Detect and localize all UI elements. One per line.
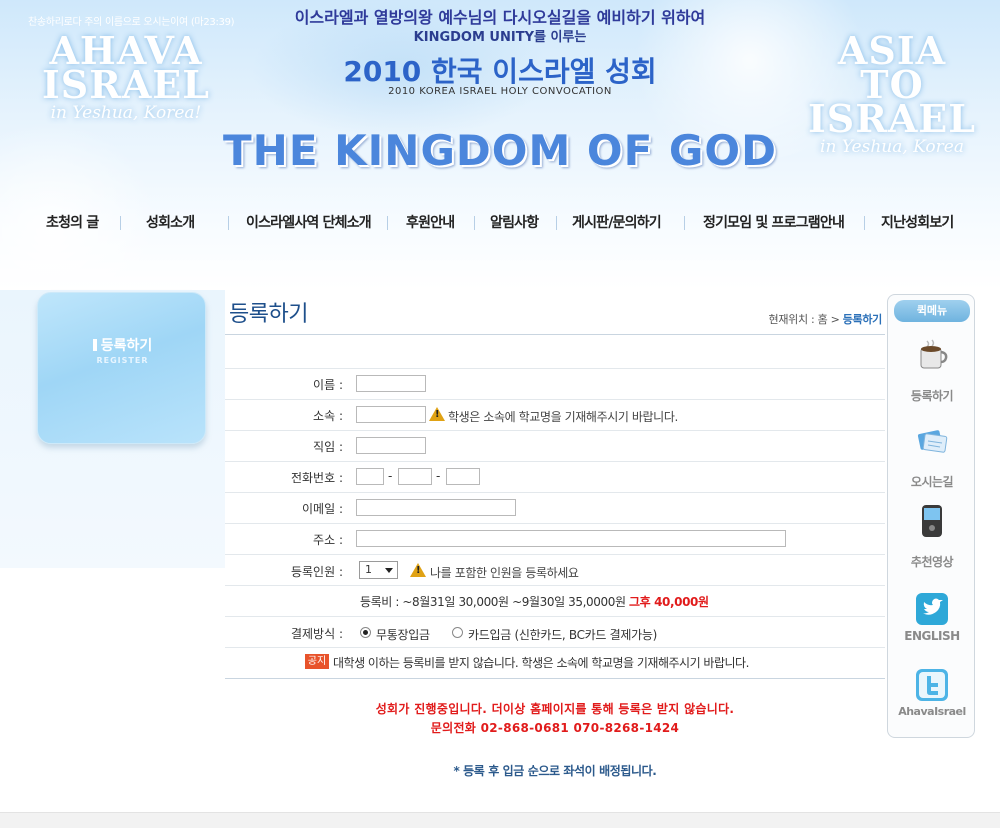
warning-icon	[410, 563, 426, 577]
map-cards-icon	[917, 430, 948, 453]
row-divider	[225, 616, 885, 617]
quick-menu: 퀵메뉴 등록하기 오시는길 추천영상 ENGLISH AhavaIsrael	[887, 294, 975, 738]
warning-icon	[429, 407, 445, 421]
site-header: 찬송하리로다 주의 이름으로 오시는이여 (마23:39) AHAVA ISRA…	[0, 0, 1000, 290]
nav-separator	[228, 216, 229, 230]
sidebar-register-box[interactable]: 등록하기 REGISTER	[37, 292, 206, 444]
payment-bank-label[interactable]: 무통장입금	[376, 626, 430, 643]
payment-bank-radio[interactable]	[360, 627, 371, 638]
row-divider	[225, 523, 885, 524]
breadcrumb: 현재위치 : 홈 > 등록하기	[640, 311, 883, 327]
phone-middle-input[interactable]	[398, 468, 432, 485]
position-input[interactable]	[356, 437, 426, 454]
payment-card-label[interactable]: 카드입금 (신한카드, BC카드 결제가능)	[468, 626, 657, 643]
quick-item-videos[interactable]: 추천영상	[888, 503, 976, 573]
row-divider	[225, 430, 885, 431]
notice-badge: 공지	[305, 654, 329, 669]
name-input[interactable]	[356, 375, 426, 392]
nav-separator	[684, 216, 685, 230]
row-divider	[225, 585, 885, 586]
nav-item-past-events[interactable]: 지난성회보기	[881, 212, 954, 232]
header-unity-line: KINGDOM UNITY를 이루는	[413, 30, 587, 45]
email-label: 이메일 :	[302, 502, 343, 516]
phone-separator: -	[388, 469, 393, 483]
sidebar-register-title: 등록하기	[38, 335, 207, 355]
headcount-note: 나를 포함한 인원을 등록하세요	[430, 566, 579, 580]
footer-bar	[0, 812, 1000, 828]
event-title: 2010 한국 이스라엘 성회	[343, 55, 657, 88]
title-divider	[225, 334, 885, 335]
fee-late: 그후 40,000원	[629, 595, 709, 609]
page-title: 등록하기	[229, 302, 308, 327]
affiliation-note: 학생은 소속에 학교명을 기재해주시기 바랍니다.	[448, 410, 678, 424]
nav-separator	[474, 216, 475, 230]
registration-fee: 등록비 : ~8월31일 30,000원 ~9월30일 35,0000원 그후 …	[360, 593, 709, 610]
header-mission-line: 이스라엘과 열방의왕 예수님의 다시오실길을 예비하기 위하여	[294, 8, 706, 27]
video-phone-icon	[922, 505, 942, 537]
headcount-value: 1	[365, 563, 372, 576]
fee-text: 등록비 : ~8월31일 30,000원 ~9월30일 35,0000원	[360, 595, 630, 609]
nav-item-about[interactable]: 성회소개	[146, 212, 195, 232]
address-label: 주소 :	[313, 533, 343, 547]
kingdom-of-god-banner: THE KINGDOM OF GOD	[223, 126, 777, 175]
name-label: 이름 :	[313, 378, 343, 392]
breadcrumb-prefix: 현재위치 : 홈 >	[768, 313, 843, 326]
quick-item-directions[interactable]: 오시는길	[888, 423, 976, 493]
logo-sub: in Yeshua, Korea!	[50, 103, 202, 123]
nav-item-organizations[interactable]: 이스라엘사역 단체소개	[246, 212, 372, 232]
event-subtitle: 2010 KOREA ISRAEL HOLY CONVOCATION	[388, 86, 612, 97]
notice-text: 대학생 이하는 등록비를 받지 않습니다. 학생은 소속에 학교명을 기재해주시…	[333, 656, 749, 670]
row-divider	[225, 399, 885, 400]
row-divider	[225, 461, 885, 462]
row-divider	[225, 647, 885, 648]
nav-separator	[556, 216, 557, 230]
row-divider	[225, 492, 885, 493]
coffee-cup-icon	[920, 339, 948, 369]
breadcrumb-current[interactable]: 등록하기	[843, 313, 883, 326]
quick-item-label: 등록하기	[910, 389, 954, 403]
position-label: 직임 :	[313, 440, 343, 454]
nav-item-invitation[interactable]: 초청의 글	[46, 212, 99, 232]
headcount-select[interactable]: 1	[359, 561, 398, 579]
quick-item-label: 오시는길	[910, 475, 954, 489]
quick-item-english[interactable]: ENGLISH	[888, 591, 976, 647]
main-nav: 초청의 글 성회소개 이스라엘사역 단체소개 후원안내 알림사항 게시판/문의하…	[0, 212, 1000, 236]
row-divider	[225, 368, 885, 369]
sidebar-register-label: 등록하기	[100, 338, 153, 354]
quick-item-label: ENGLISH	[904, 629, 960, 643]
sidebar-register-subtitle: REGISTER	[96, 356, 149, 365]
quick-item-twitter[interactable]: AhavaIsrael	[888, 667, 976, 723]
affiliation-label: 소속 :	[313, 409, 343, 423]
nav-separator	[120, 216, 121, 230]
payment-card-radio[interactable]	[452, 627, 463, 638]
form-bottom-divider	[225, 678, 885, 679]
nav-item-board[interactable]: 게시판/문의하기	[572, 212, 662, 232]
quick-item-register[interactable]: 등록하기	[888, 337, 976, 407]
twitter-icon	[916, 669, 948, 701]
registration-closed-message: 성회가 진행중입니다. 더이상 홈페이지를 통해 등록은 받지 않습니다.	[375, 702, 735, 716]
contact-phone: 문의전화 02-868-0681 070-8268-1424	[430, 721, 680, 735]
phone-label: 전화번호 :	[290, 471, 343, 485]
bar-icon	[92, 339, 97, 351]
email-input[interactable]	[356, 499, 516, 516]
bird-icon	[916, 593, 948, 625]
headcount-label: 등록인원 :	[290, 565, 343, 579]
nav-separator	[864, 216, 865, 230]
chevron-down-icon	[385, 568, 393, 573]
phone-separator: -	[436, 469, 441, 483]
quick-item-label: AhavaIsrael	[898, 705, 966, 718]
payment-label: 결제방식 :	[290, 627, 343, 641]
row-divider	[225, 554, 885, 555]
affiliation-input[interactable]	[356, 406, 426, 423]
nav-item-notices[interactable]: 알림사항	[490, 212, 539, 232]
nav-separator	[387, 216, 388, 230]
quick-menu-title: 퀵메뉴	[894, 300, 970, 322]
phone-prefix-input[interactable]	[356, 468, 384, 485]
address-input[interactable]	[356, 530, 786, 547]
phone-last-input[interactable]	[446, 468, 480, 485]
nav-item-programs[interactable]: 정기모임 및 프로그램안내	[703, 212, 845, 232]
nav-item-sponsorship[interactable]: 후원안내	[406, 212, 455, 232]
seat-assignment-note: * 등록 후 입금 순으로 좌석이 배정됩니다.	[453, 764, 657, 778]
quick-item-label: 추천영상	[910, 555, 954, 569]
